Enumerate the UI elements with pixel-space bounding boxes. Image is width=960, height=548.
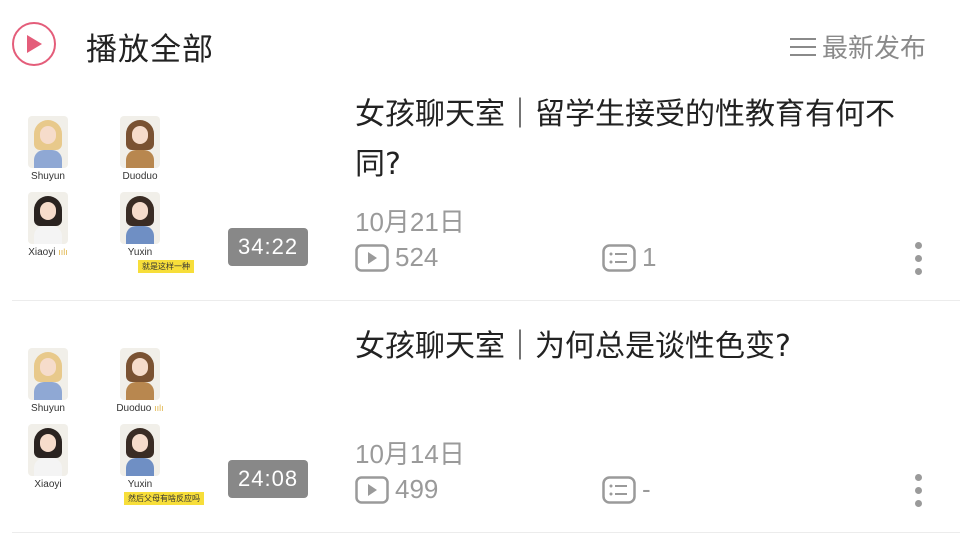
comment-icon [602, 243, 636, 272]
episode-thumbnail[interactable]: Shuyun Duoduo ıılı Xiaoyi Yuxin 然后父母有啥反应… [12, 332, 328, 508]
sound-wave-icon: ıılı [154, 403, 164, 413]
play-circle-icon[interactable] [12, 22, 56, 66]
avatar: Yuxin [94, 192, 186, 258]
play-count: 499 [355, 474, 438, 505]
sound-wave-icon: ıılı [58, 247, 68, 257]
list-header: 播放全部 最新发布 [0, 0, 960, 90]
episode-thumbnail[interactable]: Shuyun Duoduo Xiaoyi ıılı Yuxin 就是这样一种 3… [12, 100, 328, 276]
sort-label: 最新发布 [821, 34, 926, 64]
comment-count[interactable]: - [602, 474, 651, 505]
duration-badge: 34:22 [228, 228, 309, 266]
avatar: Shuyun [2, 348, 94, 414]
avatar: Duoduo ıılı [94, 348, 186, 414]
episode-item[interactable]: Shuyun Duoduo ıılı Xiaoyi Yuxin 然后父母有啥反应… [0, 310, 960, 542]
more-options-icon[interactable] [912, 474, 924, 513]
subtitle-caption: 然后父母有啥反应吗 [124, 492, 204, 505]
duration-badge: 24:08 [228, 460, 309, 498]
avatar: Shuyun [2, 116, 94, 182]
episode-item[interactable]: Shuyun Duoduo Xiaoyi ıılı Yuxin 就是这样一种 3… [0, 78, 960, 310]
play-count-icon [355, 243, 389, 272]
comment-icon [602, 475, 636, 504]
episode-title[interactable]: 女孩聊天室｜留学生接受的性教育有何不同? [355, 90, 925, 190]
play-count: 524 [355, 242, 438, 273]
avatar: Xiaoyi ıılı [2, 192, 94, 258]
episode-date: 10月14日 [355, 439, 465, 469]
play-count-icon [355, 475, 389, 504]
episode-date: 10月21日 [355, 207, 465, 237]
divider [12, 300, 960, 301]
sort-button[interactable]: 最新发布 [789, 28, 926, 65]
more-options-icon[interactable] [912, 242, 924, 281]
subtitle-caption: 就是这样一种 [138, 260, 194, 273]
episode-title[interactable]: 女孩聊天室｜为何总是谈性色变? [355, 322, 925, 372]
divider [12, 532, 960, 533]
avatar: Xiaoyi [2, 424, 94, 490]
avatar: Yuxin [94, 424, 186, 490]
avatar: Duoduo [94, 116, 186, 182]
list-icon [789, 37, 816, 57]
comment-count[interactable]: 1 [602, 242, 656, 273]
play-all-button[interactable]: 播放全部 [86, 24, 214, 69]
